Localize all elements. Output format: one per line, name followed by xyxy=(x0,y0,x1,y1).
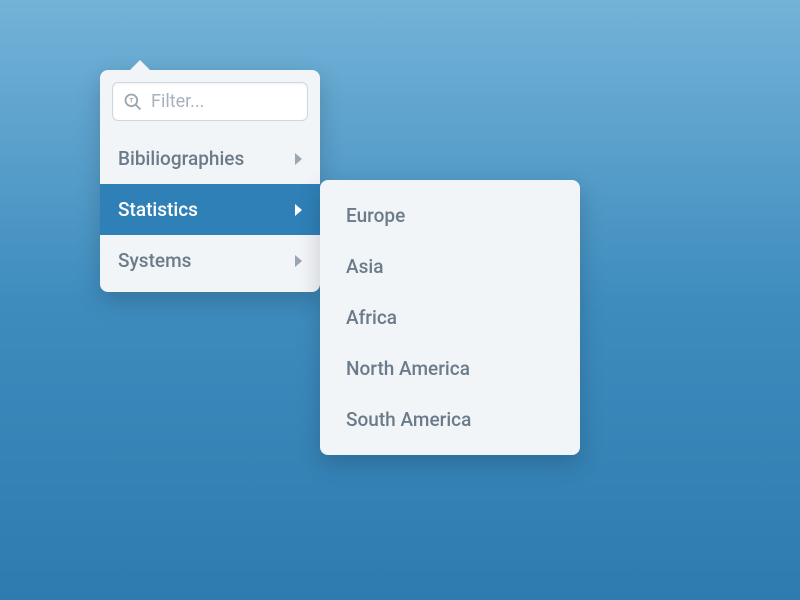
menu-item-label: Systems xyxy=(118,249,191,272)
submenu-item-label: North America xyxy=(346,357,470,380)
submenu-item-label: Asia xyxy=(346,255,383,278)
menu-item-statistics[interactable]: Statistics xyxy=(100,184,320,235)
menu-item-systems[interactable]: Systems xyxy=(100,235,320,286)
submenu-item-europe[interactable]: Europe xyxy=(320,190,580,241)
filter-field[interactable] xyxy=(151,91,297,112)
svg-text:T: T xyxy=(129,97,133,104)
submenu-item-africa[interactable]: Africa xyxy=(320,292,580,343)
chevron-right-icon xyxy=(295,204,302,216)
menu-item-label: Statistics xyxy=(118,198,198,221)
submenu: Europe Asia Africa North America South A… xyxy=(320,180,580,455)
chevron-right-icon xyxy=(295,255,302,267)
search-icon: T xyxy=(123,92,143,112)
dropdown-menu: T Bibiliographies Statistics Systems xyxy=(100,70,320,292)
menu-list: Bibiliographies Statistics Systems xyxy=(100,133,320,292)
submenu-item-north-america[interactable]: North America xyxy=(320,343,580,394)
submenu-item-label: Europe xyxy=(346,204,405,227)
submenu-item-south-america[interactable]: South America xyxy=(320,394,580,445)
filter-wrap: T xyxy=(100,70,320,133)
chevron-right-icon xyxy=(295,153,302,165)
menu-item-bibliographies[interactable]: Bibiliographies xyxy=(100,133,320,184)
submenu-item-label: South America xyxy=(346,408,471,431)
filter-input-container[interactable]: T xyxy=(112,82,308,121)
submenu-item-asia[interactable]: Asia xyxy=(320,241,580,292)
menu-item-label: Bibiliographies xyxy=(118,147,244,170)
submenu-item-label: Africa xyxy=(346,306,397,329)
